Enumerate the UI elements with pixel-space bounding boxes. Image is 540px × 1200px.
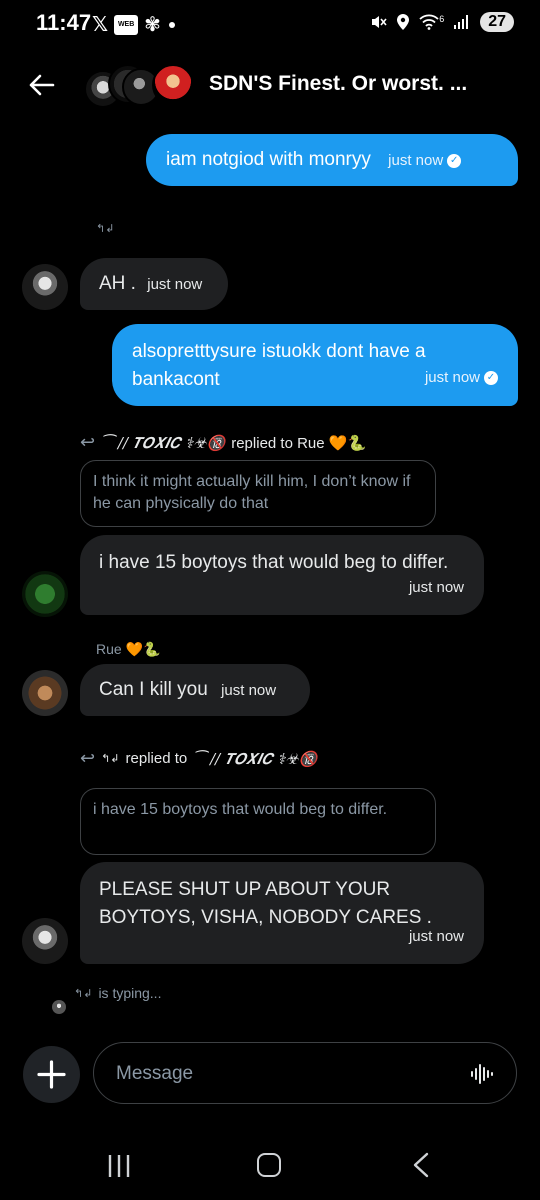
message-input[interactable]: Message	[93, 1042, 517, 1104]
plus-icon	[37, 1060, 66, 1089]
reply-context: ↩ ⁀ // 𝑻𝑶𝑿𝑰𝑪 ⚕☣🔞 replied to Rue 🧡🐍	[80, 432, 366, 453]
voice-wave-icon[interactable]	[470, 1063, 494, 1085]
reply-from-name: ⁀ // 𝑻𝑶𝑿𝑰𝑪 ⚕☣🔞	[101, 433, 226, 452]
sender-symbol-name: ↰↲	[96, 223, 115, 235]
webtoon-icon: WEB TOON	[114, 14, 139, 48]
reply-arrow-icon: ↩	[80, 432, 96, 452]
status-system-icons: 6 27	[369, 12, 514, 32]
message-text: AH .	[99, 273, 136, 294]
back-arrow-icon[interactable]	[26, 70, 56, 100]
typing-text: is typing...	[98, 985, 162, 1001]
message-timestamp: just now	[408, 579, 464, 596]
incoming-message[interactable]: i have 15 boytoys that would beg to diff…	[80, 535, 484, 615]
reply-target-name: ⁀ // 𝑻𝑶𝑿𝑰𝑪 ⚕☣🔞	[193, 749, 318, 768]
outgoing-message[interactable]: alsopretttysure istuokk dont have a bank…	[112, 324, 518, 406]
sender-avatar[interactable]	[22, 918, 68, 964]
message-timestamp: just now ✓	[388, 152, 462, 169]
more-notifications-dot-icon	[168, 21, 175, 28]
check-icon: ✓	[447, 154, 462, 169]
home-icon[interactable]	[257, 1153, 281, 1177]
status-time: 11:47	[36, 10, 92, 35]
battery-indicator: 27	[480, 12, 514, 32]
sender-avatar[interactable]	[22, 670, 68, 716]
recent-apps-icon[interactable]	[106, 1153, 132, 1179]
incoming-message[interactable]: Can I kill you just now	[80, 664, 310, 716]
message-timestamp: just now ✓	[425, 364, 498, 392]
typing-indicator: ↰↲ is typing...	[74, 985, 161, 1001]
status-notification-icons: 𝕏 WEB TOON ✾	[92, 12, 175, 48]
wifi-6-label: 6	[439, 14, 445, 24]
wifi-icon: 6	[419, 14, 444, 30]
typing-user-name: ↰↲	[74, 987, 93, 1000]
reply-from-name: ↰↲	[101, 753, 120, 765]
location-icon	[397, 14, 410, 30]
message-timestamp: just now	[147, 276, 203, 293]
reply-to-text: replied to	[125, 750, 188, 767]
message-text: i have 15 boytoys that would beg to diff…	[99, 552, 449, 573]
incoming-message[interactable]: AH . just now	[80, 258, 228, 310]
reply-arrow-icon: ↩	[80, 748, 96, 768]
quoted-message[interactable]: i have 15 boytoys that would beg to diff…	[80, 788, 436, 855]
signal-icon	[454, 15, 469, 29]
x-app-icon: 𝕏	[92, 14, 109, 36]
incoming-message[interactable]: PLEASE SHUT UP ABOUT YOUR BOYTOYS, VISHA…	[80, 862, 484, 964]
flower-app-icon: ✾	[144, 14, 161, 36]
nav-back-icon[interactable]	[410, 1151, 432, 1179]
group-avatar-stack[interactable]	[84, 62, 194, 108]
sender-name: Rue 🧡🐍	[96, 641, 161, 657]
reply-context: ↩ ↰↲ replied to ⁀ // 𝑻𝑶𝑿𝑰𝑪 ⚕☣🔞	[80, 748, 317, 769]
outgoing-message[interactable]: iam notgiod with monryy just now ✓	[146, 134, 518, 186]
conversation-title[interactable]: SDN'S Finest. Or worst. ...	[209, 72, 467, 96]
add-attachment-button[interactable]	[23, 1046, 80, 1103]
typing-user-avatar	[52, 1000, 66, 1014]
message-placeholder: Message	[116, 1063, 194, 1084]
mute-icon	[372, 16, 387, 28]
quoted-message[interactable]: I think it might actually kill him, I do…	[80, 460, 436, 527]
group-member-avatar-4	[152, 64, 194, 106]
sender-avatar[interactable]	[22, 571, 68, 617]
message-text: iam notgiod with monryy	[166, 149, 371, 170]
check-icon: ✓	[484, 371, 498, 386]
message-timestamp: just now	[408, 928, 464, 945]
reply-to-text: replied to Rue 🧡🐍	[231, 434, 367, 452]
message-text: Can I kill you	[99, 679, 208, 700]
sender-avatar[interactable]	[22, 264, 68, 310]
message-timestamp: just now	[221, 682, 277, 699]
